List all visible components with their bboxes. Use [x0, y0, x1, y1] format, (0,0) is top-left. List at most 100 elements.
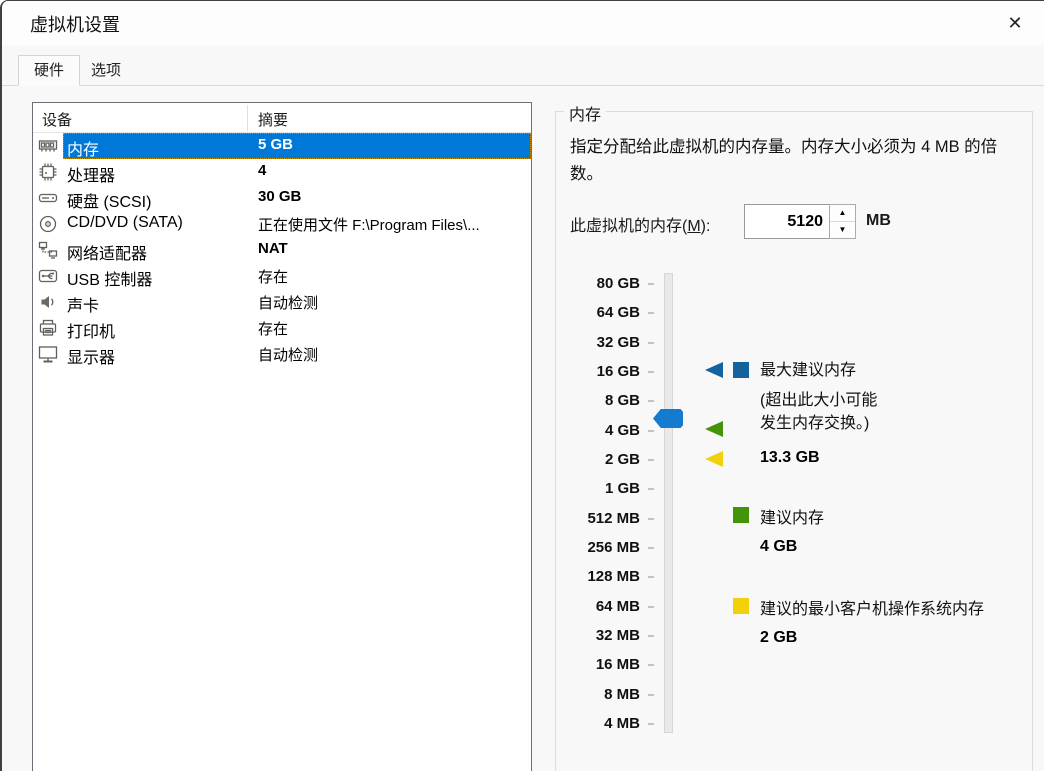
- device-list-header: 设备 摘要: [33, 103, 531, 133]
- minimum-memory-value: 2 GB: [760, 629, 797, 647]
- scale-tick: [648, 694, 654, 696]
- printer-icon: [38, 318, 60, 338]
- sound-card-icon: [38, 292, 60, 312]
- memory-icon: [38, 136, 60, 156]
- memory-spinbox: ▲ ▼: [744, 204, 856, 239]
- column-header-device[interactable]: 设备: [42, 109, 72, 130]
- scale-label-4-gb: 4 GB: [555, 422, 640, 439]
- scale-label-2-gb: 2 GB: [555, 451, 640, 468]
- memory-group-title: 内存: [564, 101, 606, 125]
- spin-up-button[interactable]: ▲: [830, 205, 855, 222]
- scale-tick: [648, 283, 654, 285]
- scale-tick: [648, 488, 654, 490]
- scale-tick: [648, 547, 654, 549]
- column-header-summary[interactable]: 摘要: [258, 109, 288, 130]
- device-summary: 4: [258, 162, 266, 179]
- scale-label-32-mb: 32 MB: [555, 627, 640, 644]
- device-summary: 存在: [258, 266, 288, 287]
- device-row-display[interactable]: 显示器 自动检测: [33, 341, 531, 367]
- vm-settings-dialog: 虚拟机设置 ✕ 硬件 选项 设备 摘要 内存 5 GB 处理器 4 硬盘 (SCSI)3…: [0, 0, 1044, 771]
- device-row-highlight: USB 控制器存在: [63, 263, 531, 289]
- device-list: 设备 摘要 内存5 GB处理器4硬盘 (SCSI)30 GBCD/DVD (SA…: [32, 102, 532, 771]
- device-rows: 内存 5 GB 处理器 4 硬盘 (SCSI)30 GB CD/DVD (SATA) 正在使…: [33, 133, 531, 367]
- device-row-printer[interactable]: 打印机存在: [33, 315, 531, 341]
- spin-down-button[interactable]: ▼: [830, 222, 855, 239]
- device-row-highlight: 打印机存在: [63, 315, 531, 341]
- spin-buttons: ▲ ▼: [829, 204, 856, 239]
- scale-tick: [648, 723, 654, 725]
- scale-tick: [648, 400, 654, 402]
- recommended-memory-label: 建议内存: [760, 504, 824, 528]
- max-memory-marker-square: [733, 362, 749, 378]
- scale-tick: [648, 576, 654, 578]
- scale-label-512-mb: 512 MB: [555, 510, 640, 527]
- scale-tick: [648, 606, 654, 608]
- device-row-sound-card[interactable]: 声卡 自动检测: [33, 289, 531, 315]
- device-row-highlight: 内存 5 GB: [63, 133, 531, 159]
- title-bar: 虚拟机设置 ✕: [2, 1, 1044, 45]
- max-memory-note: (超出此大小可能 发生内存交换。): [760, 389, 877, 435]
- close-button[interactable]: ✕: [1000, 9, 1030, 37]
- scale-label-16-mb: 16 MB: [555, 656, 640, 673]
- device-name: 处理器: [67, 162, 115, 186]
- device-summary: 5 GB: [258, 136, 293, 153]
- scale-tick: [648, 664, 654, 666]
- memory-value-input[interactable]: [744, 204, 830, 239]
- device-row-highlight: CD/DVD (SATA) 正在使用文件 F:\Program Files\...: [63, 211, 531, 237]
- device-name: CD/DVD (SATA): [67, 214, 183, 232]
- max-memory-value: 13.3 GB: [760, 449, 820, 467]
- device-summary: 自动检测: [258, 292, 318, 313]
- memory-unit-label: MB: [866, 212, 891, 230]
- scale-tick: [648, 518, 654, 520]
- minimum-memory-marker-square: [733, 598, 749, 614]
- device-row-hard-disk[interactable]: 硬盘 (SCSI)30 GB: [33, 185, 531, 211]
- memory-slider-track[interactable]: [664, 273, 673, 733]
- device-row-processor[interactable]: 处理器 4: [33, 159, 531, 185]
- device-row-highlight: 网络适配器 NAT: [63, 237, 531, 263]
- scale-label-8-mb: 8 MB: [555, 686, 640, 703]
- scale-label-80-gb: 80 GB: [555, 275, 640, 292]
- scale-tick: [648, 635, 654, 637]
- device-name: 声卡: [67, 292, 99, 316]
- scale-tick: [648, 312, 654, 314]
- display-icon: [38, 344, 60, 364]
- scale-label-16-gb: 16 GB: [555, 363, 640, 380]
- device-row-memory[interactable]: 内存 5 GB: [33, 133, 531, 159]
- scale-label-4-mb: 4 MB: [555, 715, 640, 732]
- tab-strip: 硬件 选项: [2, 55, 1044, 86]
- processor-icon: [38, 162, 60, 182]
- column-separator: [247, 105, 248, 131]
- scale-label-1-gb: 1 GB: [555, 480, 640, 497]
- scale-tick: [648, 371, 654, 373]
- device-summary: NAT: [258, 240, 288, 257]
- scale-tick: [648, 342, 654, 344]
- recommended-memory-marker-square: [733, 507, 749, 523]
- scale-label-64-mb: 64 MB: [555, 598, 640, 615]
- usb-controller-icon: [38, 266, 60, 286]
- device-name: 打印机: [67, 318, 115, 342]
- max-memory-arrow: [705, 362, 723, 378]
- device-summary: 30 GB: [258, 188, 301, 205]
- device-summary: 正在使用文件 F:\Program Files\...: [258, 214, 480, 235]
- device-summary: 自动检测: [258, 344, 318, 365]
- max-memory-label: 最大建议内存: [760, 356, 856, 380]
- device-name: 网络适配器: [67, 240, 147, 264]
- device-row-network-adapter[interactable]: 网络适配器 NAT: [33, 237, 531, 263]
- recommended-memory-arrow: [705, 421, 723, 437]
- recommended-memory-value: 4 GB: [760, 538, 797, 556]
- device-row-highlight: 处理器 4: [63, 159, 531, 185]
- device-name: 内存: [67, 136, 99, 160]
- scale-label-128-mb: 128 MB: [555, 568, 640, 585]
- scale-label-8-gb: 8 GB: [555, 392, 640, 409]
- device-name: 显示器: [67, 344, 115, 368]
- scale-label-256-mb: 256 MB: [555, 539, 640, 556]
- network-adapter-icon: [38, 240, 60, 260]
- tab-options[interactable]: 选项: [76, 57, 136, 86]
- memory-description: 指定分配给此虚拟机的内存量。内存大小必须为 4 MB 的倍数。: [570, 134, 1018, 188]
- device-row-usb-controller[interactable]: USB 控制器存在: [33, 263, 531, 289]
- minimum-memory-label: 建议的最小客户机操作系统内存: [760, 595, 984, 619]
- tab-hardware[interactable]: 硬件: [18, 55, 80, 86]
- device-row-cd-dvd[interactable]: CD/DVD (SATA) 正在使用文件 F:\Program Files\...: [33, 211, 531, 237]
- memory-amount-label: 此虚拟机的内存(M):: [570, 212, 710, 236]
- device-row-highlight: 声卡 自动检测: [63, 289, 531, 315]
